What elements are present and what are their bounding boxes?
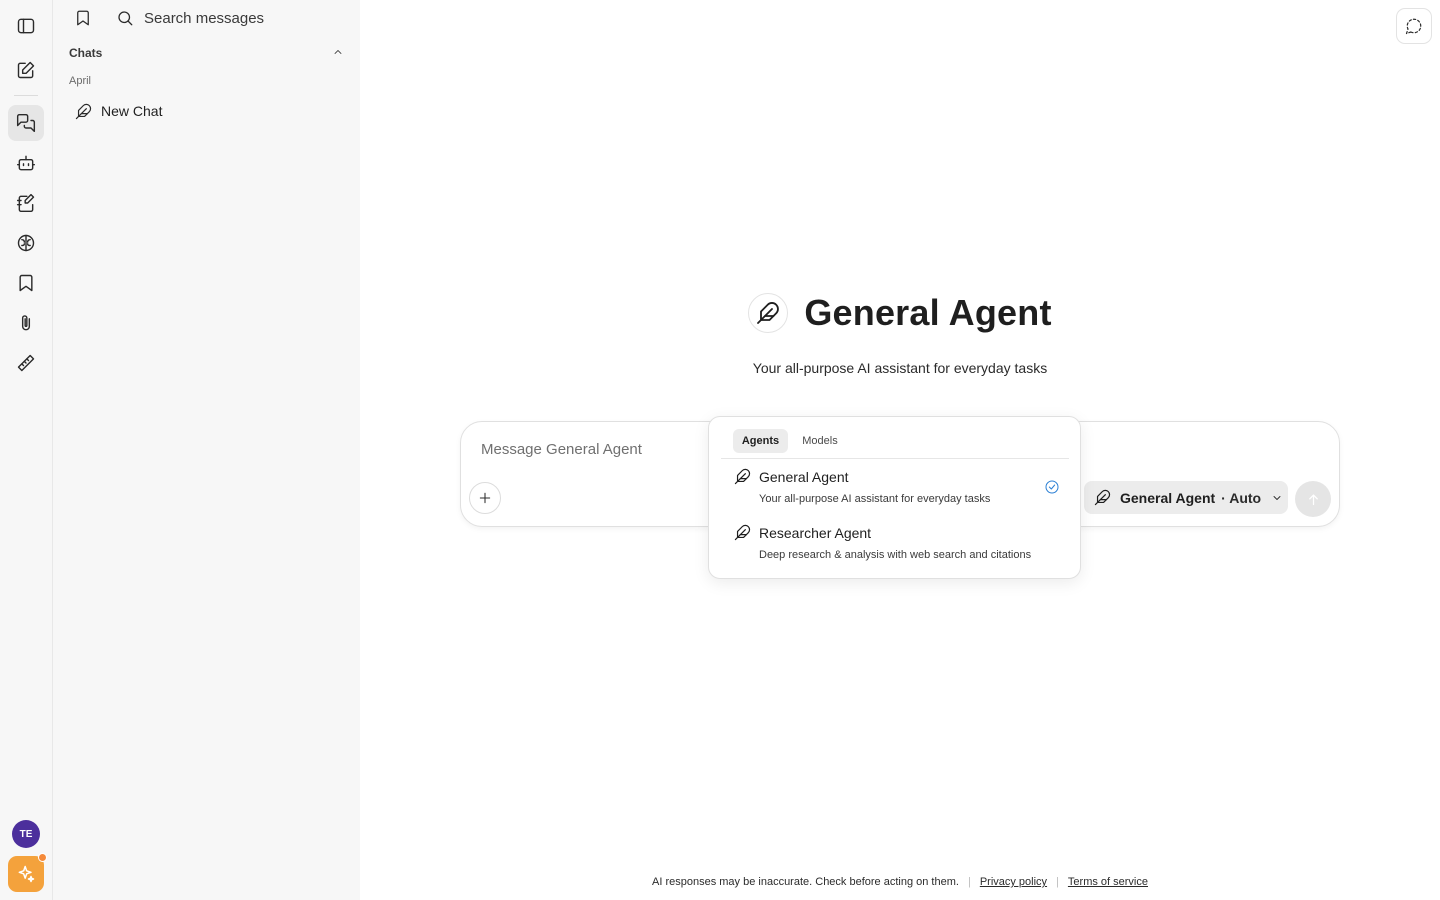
new-chat-button[interactable] xyxy=(8,52,44,88)
notes-icon xyxy=(16,193,35,213)
arrow-up-icon xyxy=(1308,494,1318,505)
search-icon xyxy=(118,11,133,26)
icon-rail: TE xyxy=(0,0,53,900)
prompts-nav-button[interactable] xyxy=(8,185,44,221)
bookmark-icon xyxy=(19,274,33,292)
bot-icon xyxy=(16,155,36,171)
agent-option-name: Researcher Agent xyxy=(759,525,872,541)
section-title: Chats xyxy=(69,46,103,60)
bookmarks-nav-button[interactable] xyxy=(8,265,44,301)
plus-icon xyxy=(479,492,491,504)
date-group-label: April xyxy=(69,75,92,87)
sidebar-toggle-button[interactable] xyxy=(8,8,44,44)
agent-option-name: General Agent xyxy=(759,469,849,485)
attach-button[interactable] xyxy=(469,482,501,514)
ruler-icon xyxy=(17,354,35,372)
send-button[interactable] xyxy=(1295,481,1331,517)
temporary-chat-button[interactable] xyxy=(1396,8,1432,44)
picker-tabs: Agents Models xyxy=(721,429,1069,459)
selected-agent-name: General Agent xyxy=(1120,489,1216,506)
chat-list-panel: Chats April New Chat xyxy=(53,0,360,900)
files-nav-button[interactable] xyxy=(8,305,44,341)
agent-avatar xyxy=(748,293,789,333)
selected-check xyxy=(1044,479,1060,495)
memory-nav-button[interactable] xyxy=(8,225,44,261)
sparkle-icon xyxy=(18,865,35,883)
feather-icon xyxy=(75,103,92,119)
search-input[interactable] xyxy=(144,6,344,30)
agent-option-description: Deep research & analysis with web search… xyxy=(759,549,1032,561)
chevron-up-icon[interactable] xyxy=(332,46,344,58)
terms-of-service-link[interactable]: Terms of service xyxy=(1068,876,1148,888)
agents-nav-button[interactable] xyxy=(8,145,44,181)
tab-agents[interactable]: Agents xyxy=(733,429,788,453)
agent-option-description: Your all-purpose AI assistant for everyd… xyxy=(759,493,991,505)
brain-icon xyxy=(17,234,35,252)
message-input[interactable] xyxy=(481,438,701,460)
new-chat-icon xyxy=(17,61,35,79)
agent-hero: General Agent Your all-purpose AI assist… xyxy=(360,292,1440,376)
privacy-policy-link[interactable]: Privacy policy xyxy=(980,876,1047,888)
tools-nav-button[interactable] xyxy=(8,345,44,381)
footer-separator: | xyxy=(967,876,971,888)
footer: AI responses may be inaccurate. Check be… xyxy=(360,876,1440,888)
chats-nav-button[interactable] xyxy=(8,105,44,141)
chat-title: New Chat xyxy=(101,103,163,119)
bookmark-icon xyxy=(77,10,89,26)
selected-agent-mode: · Auto xyxy=(1221,489,1262,506)
agent-picker-dropdown: Agents Models General Agent Your all-pur… xyxy=(708,416,1081,579)
chats-icon xyxy=(16,113,36,133)
tab-models[interactable]: Models xyxy=(795,429,845,453)
feather-icon xyxy=(757,302,780,324)
page-title: General Agent xyxy=(804,292,1052,333)
paperclip-icon xyxy=(21,315,31,331)
bookmarks-button[interactable] xyxy=(71,6,95,30)
agent-option-general[interactable]: General Agent Your all-purpose AI assist… xyxy=(721,463,1069,513)
rail-divider xyxy=(14,95,38,96)
feather-icon xyxy=(1094,489,1111,506)
chat-list-item[interactable]: New Chat xyxy=(65,98,348,124)
message-dashed-icon xyxy=(1405,18,1422,35)
agent-selector-button[interactable]: General Agent · Auto xyxy=(1084,481,1288,514)
chevron-down-icon xyxy=(1273,495,1281,500)
chats-section-header[interactable]: Chats xyxy=(69,44,344,60)
footer-separator: | xyxy=(1056,876,1059,888)
notification-dot xyxy=(38,853,47,862)
check-circle-icon xyxy=(1045,480,1059,494)
disclaimer-text: AI responses may be inaccurate. Check be… xyxy=(652,876,959,888)
avatar-initials: TE xyxy=(19,828,33,840)
feather-icon xyxy=(734,524,751,541)
spark-button[interactable] xyxy=(8,853,47,892)
avatar[interactable]: TE xyxy=(12,820,40,848)
hero-title-row: General Agent xyxy=(748,292,1051,334)
agent-option-researcher[interactable]: Researcher Agent Deep research & analysi… xyxy=(721,519,1069,569)
feather-icon xyxy=(734,468,751,485)
agent-description: Your all-purpose AI assistant for everyd… xyxy=(752,360,1048,376)
panel-header xyxy=(53,0,360,36)
sidebar-toggle-icon xyxy=(17,18,35,34)
